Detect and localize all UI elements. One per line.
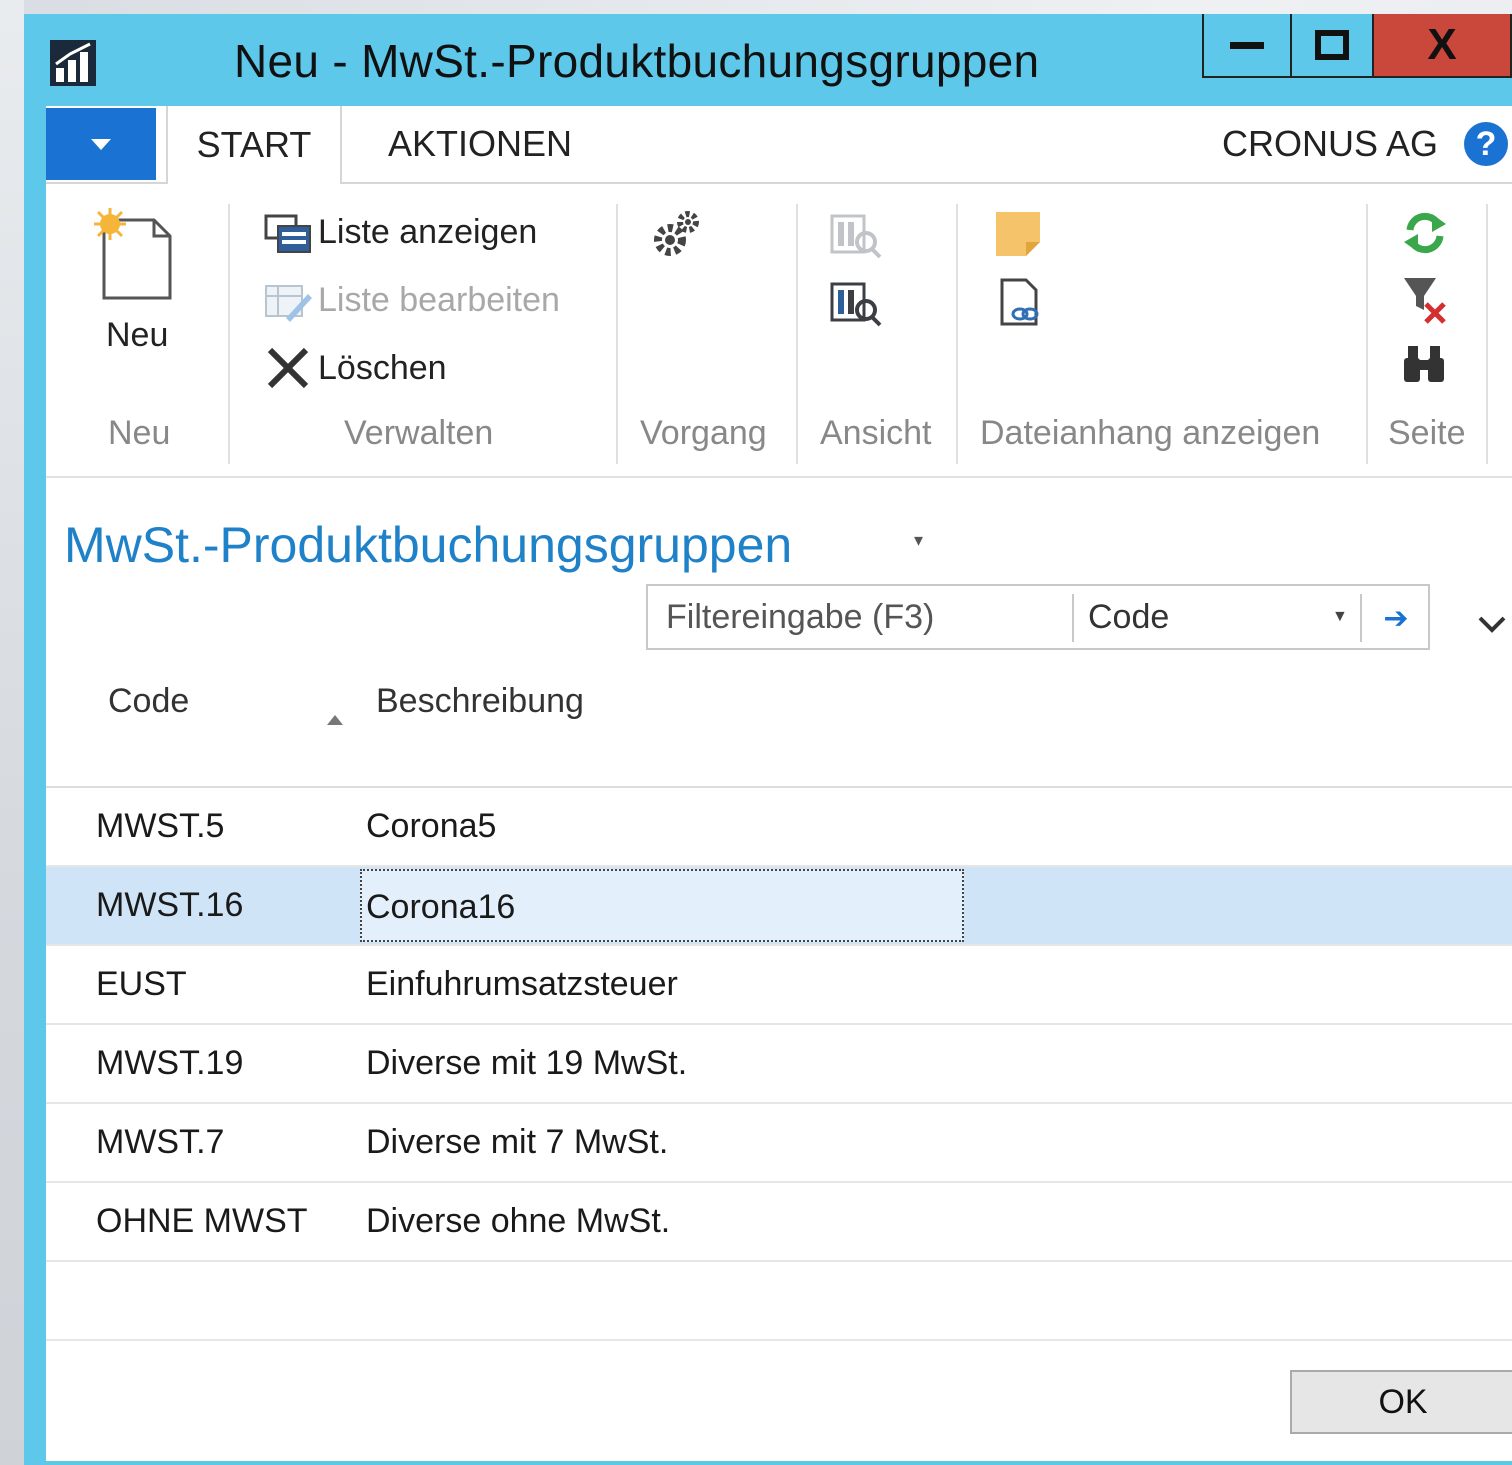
ribbon-separator (796, 204, 798, 464)
column-header-description[interactable]: Beschreibung (376, 682, 584, 721)
list-edit-label: Liste bearbeiten (318, 280, 560, 319)
clear-filter-button[interactable] (1402, 276, 1448, 326)
find-button[interactable] (1400, 342, 1448, 386)
refresh-button[interactable] (1402, 210, 1448, 256)
view-details-icon (830, 282, 882, 327)
process-button[interactable] (650, 208, 704, 262)
table-row[interactable]: OHNE MWST Diverse ohne MwSt. (46, 1183, 1512, 1262)
table-row[interactable]: MWST.7 Diverse mit 7 MwSt. (46, 1104, 1512, 1183)
binoculars-icon (1404, 346, 1444, 382)
maximize-button[interactable] (1290, 14, 1374, 78)
close-icon: X (1427, 20, 1457, 69)
filter-separator (1360, 594, 1362, 642)
cell-description[interactable]: Diverse mit 7 MwSt. (366, 1104, 668, 1181)
list-show-label: Liste anzeigen (318, 212, 538, 251)
close-button[interactable]: X (1374, 14, 1512, 78)
filter-separator (1072, 594, 1074, 642)
ribbon-separator (228, 204, 230, 464)
title-dropdown-icon[interactable]: ▾ (914, 530, 923, 551)
cell-code[interactable]: MWST.7 (96, 1104, 224, 1181)
desktop-background (0, 0, 24, 1465)
new-document-icon (94, 208, 172, 300)
filter-input[interactable]: Filtereingabe (F3) (666, 586, 934, 648)
column-header-code[interactable]: Code (108, 682, 189, 721)
gears-icon (654, 211, 699, 256)
cell-code[interactable]: MWST.19 (96, 1025, 243, 1102)
app-chart-icon (50, 40, 96, 86)
ribbon-tab-bar: START AKTIONEN CRONUS AG ? (46, 106, 1512, 184)
sort-ascending-icon (327, 715, 343, 725)
group-label-neu: Neu (108, 414, 171, 452)
help-icon[interactable]: ? (1464, 122, 1508, 166)
cell-code[interactable]: MWST.5 (96, 788, 224, 865)
window-controls: X (1202, 14, 1512, 78)
ribbon-separator (1486, 204, 1488, 464)
group-label-ansicht: Ansicht (820, 414, 932, 452)
new-button-label: Neu (106, 316, 169, 354)
cell-code[interactable]: OHNE MWST (96, 1183, 308, 1260)
dropdown-triangle-icon (91, 139, 111, 150)
new-button[interactable]: Neu (86, 204, 196, 364)
document-link-icon (1000, 278, 1039, 326)
page-title[interactable]: MwSt.-Produktbuchungsgruppen (64, 516, 792, 574)
expand-chevron-icon[interactable] (1474, 612, 1510, 636)
table-body: MWST.5 Corona5 MWST.16 Corona16 EUST Ein… (46, 788, 1512, 1341)
filter-bar: Filtereingabe (F3) Code ▼ ➔ (646, 584, 1430, 650)
delete-label: Löschen (318, 348, 447, 387)
title-bar[interactable]: Neu - MwSt.-Produktbuchungsgruppen X (24, 14, 1512, 106)
ribbon-separator (1366, 204, 1368, 464)
links-button[interactable] (998, 278, 1042, 328)
delete-button[interactable]: Löschen (264, 346, 447, 390)
minimize-icon (1230, 42, 1264, 49)
maximize-icon (1315, 30, 1349, 60)
window-title: Neu - MwSt.-Produktbuchungsgruppen (234, 35, 1040, 87)
table-row[interactable]: MWST.19 Diverse mit 19 MwSt. (46, 1025, 1512, 1104)
group-label-dateianhang: Dateianhang anzeigen (980, 414, 1321, 452)
note-icon (996, 212, 1040, 256)
cell-code[interactable]: MWST.16 (96, 867, 243, 944)
ok-button[interactable]: OK (1290, 1370, 1512, 1434)
window-client: START AKTIONEN CRONUS AG ? Neu Neu Liste… (46, 106, 1512, 1461)
view-button-1[interactable] (830, 212, 884, 260)
minimize-button[interactable] (1202, 14, 1290, 78)
ribbon: Neu Neu Liste anzeigen Liste bearbeiten … (46, 184, 1512, 478)
ribbon-separator (956, 204, 958, 464)
list-view-icon (264, 214, 311, 253)
company-name[interactable]: CRONUS AG (1222, 106, 1438, 182)
apply-filter-arrow-icon[interactable]: ➔ (1374, 596, 1418, 640)
view-button-2[interactable] (830, 280, 884, 328)
filter-field-select[interactable]: Code (1088, 586, 1169, 648)
group-label-vorgang: Vorgang (640, 414, 767, 452)
group-label-seite: Seite (1388, 414, 1466, 452)
application-window: Neu - MwSt.-Produktbuchungsgruppen X STA… (24, 14, 1512, 1465)
tab-aktionen[interactable]: AKTIONEN (388, 106, 572, 182)
cell-description[interactable]: Diverse ohne MwSt. (366, 1183, 670, 1260)
list-edit-icon (265, 285, 312, 322)
list-show-button[interactable]: Liste anzeigen (264, 210, 537, 254)
list-edit-button[interactable]: Liste bearbeiten (264, 278, 560, 322)
delete-x-icon (267, 347, 309, 389)
app-menu-button[interactable] (46, 108, 156, 180)
chevron-down-icon[interactable]: ▼ (1332, 608, 1348, 626)
refresh-icon (1404, 212, 1446, 254)
table-row[interactable]: MWST.5 Corona5 (46, 788, 1512, 867)
cell-code[interactable]: EUST (96, 946, 187, 1023)
group-label-verwalten: Verwalten (344, 414, 494, 452)
notes-button[interactable] (994, 210, 1042, 258)
clear-filter-icon (1404, 278, 1446, 324)
cell-description[interactable]: Diverse mit 19 MwSt. (366, 1025, 687, 1102)
table-row-selected[interactable]: MWST.16 Corona16 (46, 867, 1512, 946)
view-list-icon (830, 214, 882, 259)
tab-start[interactable]: START (166, 106, 342, 184)
cell-description-focused[interactable]: Corona16 (360, 869, 964, 942)
cell-description[interactable]: Einfuhrumsatzsteuer (366, 946, 678, 1023)
ribbon-separator (616, 204, 618, 464)
table-row-empty[interactable] (46, 1262, 1512, 1341)
cell-description[interactable]: Corona5 (366, 788, 496, 865)
table-row[interactable]: EUST Einfuhrumsatzsteuer (46, 946, 1512, 1025)
